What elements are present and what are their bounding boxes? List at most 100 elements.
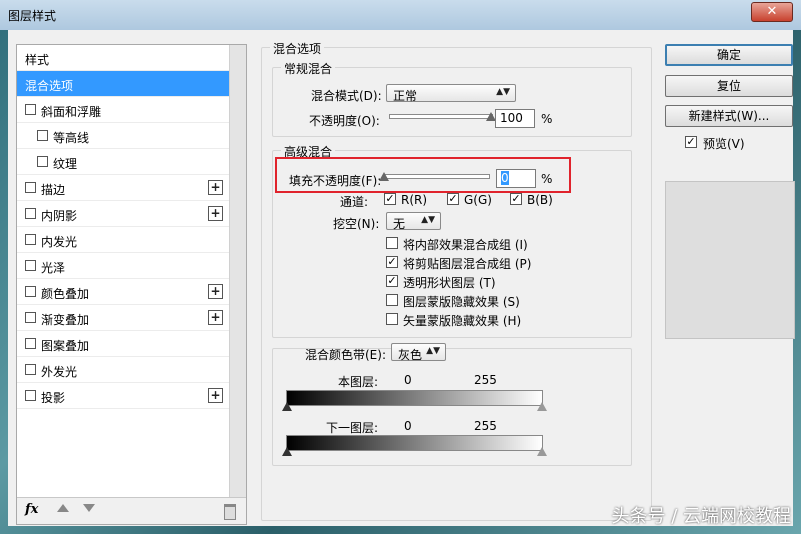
general-blending-title: 常规混合	[281, 60, 336, 77]
style-item[interactable]: 投影 +	[17, 383, 229, 409]
styles-header-label: 样式	[25, 53, 50, 67]
style-item-checkbox[interactable]	[37, 156, 48, 167]
reset-button[interactable]: 复位	[665, 75, 793, 97]
advanced-option-checkbox[interactable]: ✓	[386, 275, 398, 287]
underlying-black-slider[interactable]	[282, 447, 292, 456]
advanced-option-checkbox[interactable]	[386, 237, 398, 249]
fx-icon[interactable]: fx	[25, 502, 38, 517]
advanced-option-label: 将内部效果混合成组 (I)	[403, 238, 528, 252]
chevron-updown-icon: ▲▼	[426, 346, 440, 356]
new-style-button[interactable]: 新建样式(W)...	[665, 105, 793, 127]
style-item-checkbox[interactable]	[25, 364, 36, 375]
add-effect-icon[interactable]: +	[208, 284, 223, 299]
style-item[interactable]: 光泽	[17, 253, 229, 279]
this-layer-black-slider[interactable]	[282, 402, 292, 411]
style-item[interactable]: 渐变叠加 +	[17, 305, 229, 331]
move-down-icon[interactable]	[83, 504, 95, 512]
add-effect-icon[interactable]: +	[208, 206, 223, 221]
style-item-checkbox[interactable]	[25, 260, 36, 271]
close-button[interactable]: ✕	[751, 2, 793, 22]
opacity-unit: %	[541, 112, 553, 126]
style-item-checkbox[interactable]	[25, 338, 36, 349]
opacity-slider[interactable]	[389, 114, 493, 119]
channel-b-label: B(B)	[527, 193, 553, 207]
ok-button[interactable]: 确定	[665, 44, 793, 66]
style-item[interactable]: 混合选项	[17, 71, 229, 97]
style-item-label: 颜色叠加	[41, 287, 90, 301]
channels-label: 通道:	[340, 195, 369, 209]
advanced-option-checkbox[interactable]	[386, 294, 398, 306]
this-layer-high-value: 255	[474, 373, 497, 387]
style-item[interactable]: 纹理	[17, 149, 229, 175]
opacity-label: 不透明度(O):	[309, 114, 380, 128]
knockout-select[interactable]: 无 ▲▼	[386, 212, 441, 231]
advanced-option-label: 将剪贴图层混合成组 (P)	[403, 257, 532, 271]
style-item-checkbox[interactable]	[25, 390, 36, 401]
styles-header[interactable]: 样式	[17, 45, 229, 71]
knockout-label: 挖空(N):	[333, 217, 380, 231]
advanced-option-checkbox[interactable]: ✓	[386, 256, 398, 268]
style-item-label: 图案叠加	[41, 339, 90, 353]
annotation-highlight-box	[275, 157, 571, 193]
watermark: 头条号 / 云端网校教程	[611, 506, 791, 527]
add-effect-icon[interactable]: +	[208, 310, 223, 325]
underlying-high-value: 255	[474, 419, 497, 433]
styles-scrollbar[interactable]	[229, 45, 246, 497]
blend-mode-value: 正常	[393, 89, 418, 103]
style-item-label: 外发光	[41, 365, 78, 379]
underlying-white-slider[interactable]	[537, 447, 547, 456]
style-item[interactable]: 等高线	[17, 123, 229, 149]
advanced-option-label: 矢量蒙版隐藏效果 (H)	[403, 314, 522, 328]
window-title: 图层样式	[8, 9, 57, 23]
style-item[interactable]: 图案叠加	[17, 331, 229, 357]
style-item-label: 光泽	[41, 261, 66, 275]
style-item[interactable]: 外发光	[17, 357, 229, 383]
style-item-checkbox[interactable]	[25, 208, 36, 219]
blend-if-value: 灰色	[398, 348, 423, 362]
style-item[interactable]: 内阴影 +	[17, 201, 229, 227]
underlying-layer-gradient	[286, 435, 543, 451]
this-layer-label: 本图层:	[338, 375, 379, 389]
style-item[interactable]: 描边 +	[17, 175, 229, 201]
add-effect-icon[interactable]: +	[208, 180, 223, 195]
style-item-checkbox[interactable]	[25, 104, 36, 115]
preview-checkbox[interactable]: ✓	[685, 136, 697, 148]
chevron-updown-icon: ▲▼	[496, 87, 510, 97]
blend-if-label: 混合颜色带(E):	[305, 348, 386, 362]
style-item-label: 描边	[41, 183, 66, 197]
channel-b-checkbox[interactable]: ✓	[510, 193, 522, 205]
blend-if-select[interactable]: 灰色 ▲▼	[391, 343, 446, 362]
style-item-checkbox[interactable]	[25, 312, 36, 323]
channel-g-checkbox[interactable]: ✓	[447, 193, 459, 205]
blend-options-title: 混合选项	[270, 40, 325, 57]
style-item-checkbox[interactable]	[37, 130, 48, 141]
advanced-option-label: 透明形状图层 (T)	[403, 276, 496, 290]
channel-r-label: R(R)	[401, 193, 428, 207]
layer-style-dialog: 样式 混合选项斜面和浮雕等高线 纹理描边 + 内阴影 + 内发光光泽颜色叠加 + 渐变叠加 + 图…	[8, 30, 795, 526]
this-layer-white-slider[interactable]	[537, 402, 547, 411]
blend-mode-select[interactable]: 正常 ▲▼	[386, 84, 516, 103]
advanced-option-checkbox[interactable]	[386, 313, 398, 325]
move-up-icon[interactable]	[57, 504, 69, 512]
style-item[interactable]: 颜色叠加 +	[17, 279, 229, 305]
trash-icon[interactable]	[224, 504, 236, 520]
style-item-label: 内发光	[41, 235, 78, 249]
blend-mode-label: 混合模式(D):	[311, 89, 382, 103]
style-item-checkbox[interactable]	[25, 286, 36, 297]
title-bar: 图层样式 ✕	[0, 0, 801, 30]
styles-panel: 样式 混合选项斜面和浮雕等高线 纹理描边 + 内阴影 + 内发光光泽颜色叠加 + 渐变叠加 + 图…	[16, 44, 247, 525]
style-item[interactable]: 内发光	[17, 227, 229, 253]
style-item[interactable]: 斜面和浮雕	[17, 97, 229, 123]
style-item-label: 投影	[41, 391, 66, 405]
add-effect-icon[interactable]: +	[208, 388, 223, 403]
style-item-checkbox[interactable]	[25, 182, 36, 193]
style-item-label: 斜面和浮雕	[41, 105, 102, 119]
opacity-input[interactable]: 100	[495, 109, 535, 128]
style-item-label: 渐变叠加	[41, 313, 90, 327]
channel-r-checkbox[interactable]: ✓	[384, 193, 396, 205]
channel-g-label: G(G)	[464, 193, 492, 207]
style-item-checkbox[interactable]	[25, 234, 36, 245]
styles-list: 样式 混合选项斜面和浮雕等高线 纹理描边 + 内阴影 + 内发光光泽颜色叠加 + 渐变叠加 + 图…	[17, 45, 229, 497]
style-item-label: 内阴影	[41, 209, 78, 223]
style-preview-swatch	[665, 181, 795, 339]
